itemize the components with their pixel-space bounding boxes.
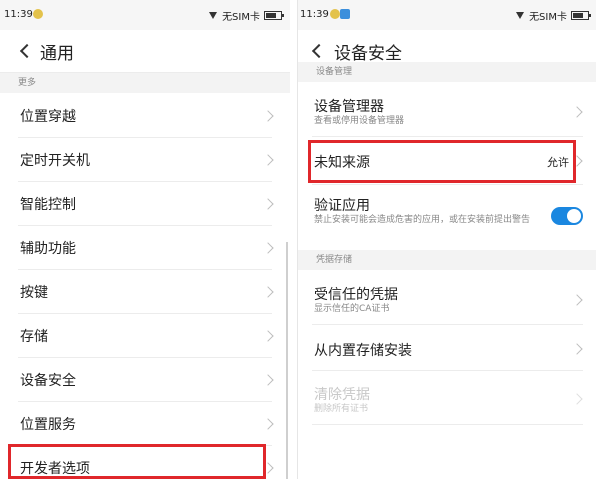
section-header-credential-storage: 凭据存储 [298,250,596,270]
item-subtitle: 查看或停用设备管理器 [314,116,405,126]
back-arrow-icon[interactable] [18,42,32,60]
section-header-device-management: 设备管理 [298,62,596,82]
settings-item-buttons[interactable]: 按键 [0,270,290,314]
chevron-right-icon [262,286,274,298]
chevron-right-icon [262,374,274,386]
chevron-right-icon [262,154,274,166]
item-label: 辅助功能 [20,241,76,257]
item-subtitle: 删除所有证书 [314,404,369,414]
settings-item-accessibility[interactable]: 辅助功能 [0,226,290,270]
chevron-right-icon [262,242,274,254]
status-time: 11:39 [300,9,329,20]
notification-icon [33,9,43,19]
verify-apps-toggle[interactable] [551,207,583,225]
clear-credentials-item: 清除凭据 删除所有证书 [298,371,596,425]
status-time: 11:39 [4,9,33,20]
battery-icon [264,11,284,20]
app-notification-icon [340,9,350,19]
settings-item-device-security[interactable]: 设备安全 [0,358,290,402]
install-from-storage-item[interactable]: 从内置存储安装 [298,325,596,371]
chevron-right-icon [262,418,274,430]
item-label: 位置穿越 [20,109,76,125]
carrier-label: 无SIM卡 [529,12,567,23]
item-label: 验证应用 [314,198,370,214]
status-bar: 11:39 无SIM卡 [298,0,596,30]
settings-item-storage[interactable]: 存储 [0,314,290,358]
item-label: 清除凭据 [314,387,370,403]
settings-item-location-services[interactable]: 位置服务 [0,402,290,446]
chevron-right-icon [571,294,583,306]
wifi-icon [515,11,525,20]
general-settings-screen: 11:39 无SIM卡 通用 更多 位置穿越 定时开关机 智能控制 辅助功能 按… [0,0,290,479]
chevron-right-icon [262,198,274,210]
item-label: 位置服务 [20,417,76,433]
page-title: 设备安全 [334,44,402,64]
page-title: 通用 [40,44,74,64]
status-bar: 11:39 无SIM卡 [0,0,290,30]
unknown-sources-highlight [308,140,576,183]
item-label: 按键 [20,285,48,301]
item-label: 设备管理器 [314,99,384,115]
wifi-icon [208,11,218,20]
battery-icon [571,11,591,20]
verify-apps-item[interactable]: 验证应用 禁止安装可能会造成危害的应用，或在安装前提出警告 [298,185,596,247]
item-label: 受信任的凭据 [314,287,398,303]
scrollbar[interactable] [286,242,288,479]
developer-options-highlight [8,444,266,479]
back-arrow-icon[interactable] [310,42,324,60]
item-label: 智能控制 [20,197,76,213]
chevron-right-icon [571,343,583,355]
title-bar: 通用 [0,30,290,73]
item-label: 设备安全 [20,373,76,389]
device-admin-item[interactable]: 设备管理器 查看或停用设备管理器 [298,82,596,137]
notification-icon [330,9,340,19]
settings-item-location-travel[interactable]: 位置穿越 [0,94,290,138]
item-label: 存储 [20,329,48,345]
device-security-screen: 11:39 无SIM卡 设备安全 设备管理 设备管理器 查看或停用设备管理器 未… [297,0,596,479]
settings-item-smart-control[interactable]: 智能控制 [0,182,290,226]
chevron-right-icon [262,330,274,342]
item-label: 定时开关机 [20,153,90,169]
settings-item-scheduled-power[interactable]: 定时开关机 [0,138,290,182]
chevron-right-icon [571,393,583,405]
trusted-credentials-item[interactable]: 受信任的凭据 显示信任的CA证书 [298,270,596,325]
item-label: 从内置存储安装 [314,343,412,359]
chevron-right-icon [571,106,583,118]
item-subtitle: 显示信任的CA证书 [314,304,390,314]
carrier-label: 无SIM卡 [222,12,260,23]
section-header-more: 更多 [0,73,290,93]
chevron-right-icon [262,110,274,122]
item-subtitle: 禁止安装可能会造成危害的应用，或在安装前提出警告 [314,215,531,225]
